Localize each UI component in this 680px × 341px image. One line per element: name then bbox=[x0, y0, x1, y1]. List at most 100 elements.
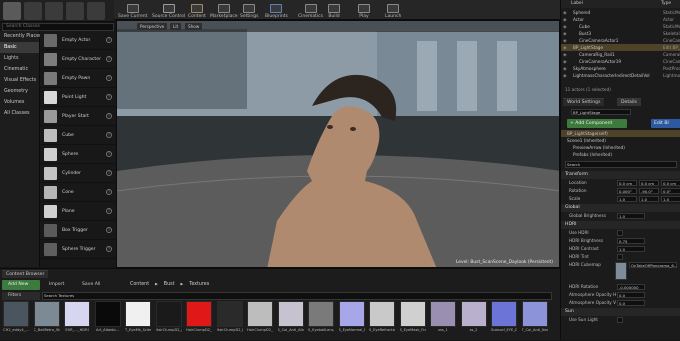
property-value[interactable]: 1.0 bbox=[617, 213, 645, 219]
visibility-eye-icon[interactable]: ◉ bbox=[561, 72, 569, 79]
component-item[interactable]: BP_LightStage(self) bbox=[561, 130, 680, 137]
property-checkbox[interactable] bbox=[617, 254, 623, 260]
actor-item[interactable]: Point Light? bbox=[40, 88, 116, 107]
category-lights[interactable]: Lights bbox=[0, 53, 39, 64]
asset-tile[interactable]: S_EyeNormal_Normal bbox=[338, 301, 365, 339]
outliner-row[interactable]: ◉ Sphere4 StaticMe bbox=[561, 9, 680, 16]
asset-tile[interactable]: S_EyeballLens_Color bbox=[308, 301, 334, 339]
edit-blueprint-button[interactable]: Edit Bl bbox=[651, 119, 680, 128]
launch-button[interactable]: Launch bbox=[385, 0, 401, 20]
asset-tile[interactable]: T_EyeMk_Sclera_Displacement bbox=[125, 301, 151, 339]
tab-world-settings[interactable]: World Settings bbox=[563, 98, 605, 106]
build-button[interactable]: Build bbox=[328, 0, 340, 20]
section-header[interactable]: HDRI bbox=[561, 221, 680, 229]
outliner-row[interactable]: ◉ CineCameraActor19 CineCam bbox=[561, 58, 680, 65]
category-volumes[interactable]: Volumes bbox=[0, 97, 39, 108]
asset-tile[interactable]: C_BallRetro_Stone bbox=[33, 301, 60, 339]
show-button[interactable]: Show bbox=[185, 23, 203, 30]
asset-tile[interactable]: HairClumpD2_Scale bbox=[247, 301, 273, 339]
actor-item[interactable]: Cube? bbox=[40, 126, 116, 145]
visibility-eye-icon[interactable]: ◉ bbox=[561, 37, 569, 44]
asset-tile[interactable]: S_EyeRefraction_Displacement bbox=[369, 301, 395, 339]
place-mode-icon[interactable] bbox=[3, 2, 21, 20]
category-all-classes[interactable]: All Classes bbox=[0, 108, 39, 119]
lit-button[interactable]: Lit bbox=[170, 23, 182, 30]
asset-tile[interactable]: HairClumpD2_Depth bbox=[216, 301, 243, 339]
outliner-row[interactable]: ◉ CineCameraActor1 CineCam bbox=[561, 37, 680, 44]
play-button[interactable]: Play bbox=[358, 0, 370, 20]
details-search-input[interactable]: Search bbox=[565, 161, 677, 168]
visibility-eye-icon[interactable]: ◉ bbox=[561, 16, 569, 23]
asset-tile[interactable]: sss_1 bbox=[430, 301, 456, 339]
actor-name-field[interactable]: BP_LightStage bbox=[571, 109, 631, 115]
section-header[interactable]: Sun bbox=[561, 308, 680, 316]
help-icon[interactable]: ? bbox=[106, 75, 112, 81]
property-value[interactable]: 0.0 cm bbox=[661, 180, 680, 186]
property-value[interactable]: 0.0 cm bbox=[617, 180, 637, 186]
property-checkbox[interactable] bbox=[617, 317, 623, 323]
property-value[interactable]: 1.0 bbox=[639, 196, 659, 202]
property-value[interactable]: OnTakeOffPanorama_6... bbox=[629, 262, 677, 268]
outliner-row[interactable]: ◉ Actor Actor bbox=[561, 16, 680, 23]
actor-item[interactable]: Player Start? bbox=[40, 107, 116, 126]
component-item[interactable]: PreviewArrow (Inherited) bbox=[561, 144, 680, 151]
asset-tile[interactable]: HairClumpD2_Cartesian bbox=[186, 301, 212, 339]
help-icon[interactable]: ? bbox=[106, 113, 112, 119]
visibility-eye-icon[interactable]: ◉ bbox=[561, 65, 569, 72]
paint-mode-icon[interactable] bbox=[24, 2, 42, 20]
property-value[interactable]: 0.0 bbox=[617, 300, 645, 306]
category-basic[interactable]: Basic bbox=[0, 42, 39, 53]
help-icon[interactable]: ? bbox=[106, 37, 112, 43]
outliner-row[interactable]: ◉ Bust3 SkeletalM bbox=[561, 30, 680, 37]
actor-item[interactable]: Empty Character? bbox=[40, 50, 116, 69]
asset-tile[interactable]: CH2_eddy4_... bbox=[3, 301, 29, 339]
help-icon[interactable]: ? bbox=[106, 94, 112, 100]
property-value[interactable]: 0.0 bbox=[617, 292, 645, 298]
visibility-eye-icon[interactable]: ◉ bbox=[561, 23, 569, 30]
property-value[interactable]: 0.75 bbox=[617, 238, 645, 244]
foliage-mode-icon[interactable] bbox=[66, 2, 84, 20]
add-component-button[interactable]: + Add Component bbox=[567, 119, 627, 128]
asset-tile[interactable]: S_Col_Anti_Albedo bbox=[277, 301, 304, 339]
help-icon[interactable]: ? bbox=[106, 208, 112, 214]
actor-item[interactable]: Box Trigger? bbox=[40, 221, 116, 240]
asset-tile[interactable]: S_EyeMask_Frame bbox=[399, 301, 426, 339]
category-recently-placed[interactable]: Recently Placed bbox=[0, 31, 42, 42]
asset-tile[interactable]: HairClumpD2_Alpha bbox=[155, 301, 182, 339]
perspective-button[interactable]: Perspective bbox=[137, 23, 168, 30]
actor-item[interactable]: Plane? bbox=[40, 202, 116, 221]
help-icon[interactable]: ? bbox=[106, 170, 112, 176]
actor-item[interactable]: Sphere Trigger? bbox=[40, 240, 116, 259]
outliner-row[interactable]: ◉ Cube StaticMe bbox=[561, 23, 680, 30]
visibility-eye-icon[interactable]: ◉ bbox=[561, 51, 569, 58]
help-icon[interactable]: ? bbox=[106, 189, 112, 195]
asset-tile[interactable]: ss_2 bbox=[460, 301, 487, 339]
property-value[interactable]: 0.0° bbox=[661, 188, 680, 194]
gear-button[interactable]: Settings bbox=[240, 0, 258, 20]
visibility-eye-icon[interactable]: ◉ bbox=[561, 30, 569, 37]
property-value[interactable]: 1.0 bbox=[617, 246, 645, 252]
level-viewport[interactable]: Perspective Lit Show Level: Bust_ScanSce… bbox=[116, 20, 560, 268]
component-item[interactable]: Scene1 (Inherited) bbox=[561, 137, 680, 144]
visibility-eye-icon[interactable]: ◉ bbox=[561, 44, 569, 51]
source-control-button[interactable]: Source Control bbox=[152, 0, 185, 20]
asset-tile[interactable]: EXR_..._HDRI bbox=[64, 301, 90, 339]
section-header[interactable]: Transform bbox=[561, 171, 680, 179]
asset-tile[interactable]: T_Col_Anti_Normal bbox=[521, 301, 548, 339]
content-button[interactable]: Content bbox=[188, 0, 206, 20]
asset-tile[interactable]: Subsurf_EYE_Displacement bbox=[491, 301, 517, 339]
component-item[interactable]: Prefabs (Inherited) bbox=[561, 151, 680, 158]
property-checkbox[interactable] bbox=[617, 230, 623, 236]
property-value[interactable]: -0.000000 bbox=[617, 284, 645, 290]
outliner-row[interactable]: ◉ BP_LightStage Edit BP_ bbox=[561, 44, 680, 51]
help-icon[interactable]: ? bbox=[106, 246, 112, 252]
section-header[interactable]: Global bbox=[561, 204, 680, 212]
category-cinematic[interactable]: Cinematic bbox=[0, 64, 39, 75]
property-value[interactable]: -90.0° bbox=[639, 188, 659, 194]
category-visual-effects[interactable]: Visual Effects bbox=[0, 75, 39, 86]
property-value[interactable]: 0.000° bbox=[617, 188, 637, 194]
actor-item[interactable]: Cone? bbox=[40, 183, 116, 202]
category-geometry[interactable]: Geometry bbox=[0, 86, 39, 97]
marketplace-button[interactable]: Marketplace bbox=[210, 0, 238, 20]
property-value[interactable]: 0.0 cm bbox=[639, 180, 659, 186]
